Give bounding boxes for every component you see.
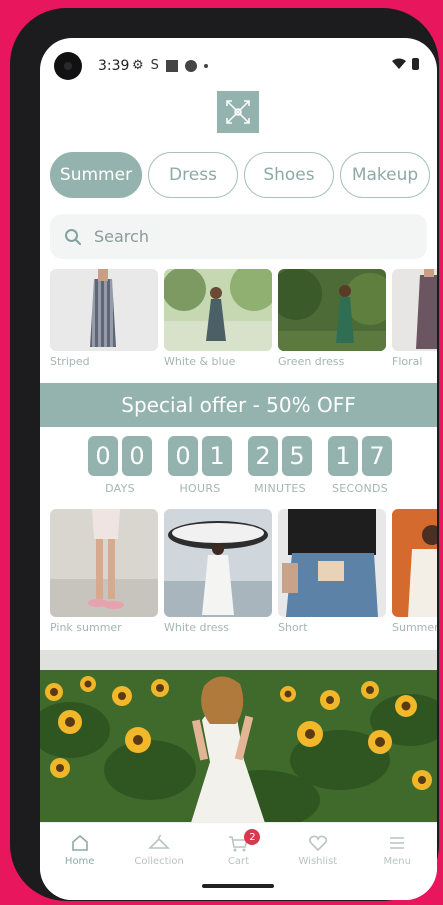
product-card-green-dress[interactable]: Green dress xyxy=(278,269,386,368)
product-image-striped xyxy=(50,269,158,351)
product-card-summer[interactable]: Summer xyxy=(392,509,437,634)
cart-count-badge: 2 xyxy=(244,829,261,845)
product-title: Green dress xyxy=(278,355,345,368)
search-icon xyxy=(65,228,81,245)
countdown-days: 0 0 DAYS xyxy=(88,436,152,495)
front-camera xyxy=(54,52,82,80)
nav-label: Cart xyxy=(227,856,250,867)
countdown-label: HOURS xyxy=(179,482,221,495)
countdown-digit: 1 xyxy=(328,436,358,476)
countdown-timer: 0 0 DAYS 0 1 HOURS 2 5 MINUTES 1 7 SECON… xyxy=(88,436,392,495)
more-notifications-icon xyxy=(203,63,208,68)
logo-arrows-icon xyxy=(226,100,250,124)
product-image-white-blue xyxy=(164,269,272,351)
product-image-pink-summer xyxy=(50,509,158,617)
nav-home[interactable]: Home xyxy=(45,833,115,900)
promo-banner-image[interactable] xyxy=(40,650,437,826)
nav-label: Collection xyxy=(134,856,184,867)
special-offer-banner[interactable]: Special offer - 50% OFF xyxy=(40,383,437,427)
product-image-white-dress xyxy=(164,509,272,617)
product-title: Short xyxy=(278,621,308,634)
countdown-label: MINUTES xyxy=(254,482,306,495)
home-icon xyxy=(71,834,88,851)
product-image-green-dress xyxy=(278,269,386,351)
wifi-icon xyxy=(392,58,406,69)
nav-label: Menu xyxy=(383,856,411,867)
countdown-digit: 0 xyxy=(88,436,118,476)
category-tabs: Summer Dress Shoes Makeup xyxy=(50,152,430,198)
bottom-navigation: Home Collection 2 Cart Wishlist Menu xyxy=(40,822,437,900)
product-title: Striped xyxy=(50,355,90,368)
app-logo[interactable] xyxy=(217,91,259,133)
nav-label: Home xyxy=(64,856,95,867)
product-card-floral[interactable]: Floral xyxy=(392,269,437,368)
product-image-summer xyxy=(392,509,437,617)
nav-collection[interactable]: Collection xyxy=(124,833,194,900)
gesture-home-bar[interactable] xyxy=(202,884,274,888)
tab-makeup[interactable]: Makeup xyxy=(340,152,430,198)
countdown-hours: 0 1 HOURS xyxy=(168,436,232,495)
product-row-1: Striped White & blue Green dress Floral xyxy=(50,269,437,368)
product-title: Pink summer xyxy=(50,621,122,634)
countdown-digit: 7 xyxy=(362,436,392,476)
countdown-seconds: 1 7 SECONDS xyxy=(328,436,392,495)
nav-cart[interactable]: 2 Cart xyxy=(203,829,273,900)
nav-menu[interactable]: Menu xyxy=(362,833,432,900)
notification-square-icon xyxy=(165,59,178,72)
countdown-digit: 0 xyxy=(168,436,198,476)
countdown-digit: 0 xyxy=(122,436,152,476)
countdown-minutes: 2 5 MINUTES xyxy=(248,436,312,495)
status-bar: 3:39 ⚙ S xyxy=(40,38,437,96)
tab-summer[interactable]: Summer xyxy=(50,152,142,198)
countdown-digit: 2 xyxy=(248,436,278,476)
product-card-striped[interactable]: Striped xyxy=(50,269,158,368)
product-card-white-blue[interactable]: White & blue xyxy=(164,269,272,368)
countdown-label: SECONDS xyxy=(331,482,389,495)
product-card-white-dress[interactable]: White dress xyxy=(164,509,272,634)
product-image-short xyxy=(278,509,386,617)
sync-icon: S xyxy=(150,58,159,73)
product-title: White dress xyxy=(164,621,229,634)
product-image-floral xyxy=(392,269,437,351)
countdown-digit: 5 xyxy=(282,436,312,476)
battery-icon xyxy=(412,58,419,70)
nav-label: Wishlist xyxy=(298,856,338,867)
nav-wishlist[interactable]: Wishlist xyxy=(283,833,353,900)
countdown-label: DAYS xyxy=(105,482,135,495)
search-placeholder: Search xyxy=(94,227,149,246)
notification-circle-icon xyxy=(184,59,197,72)
menu-icon xyxy=(390,837,405,849)
hanger-icon xyxy=(148,835,171,849)
product-title: Floral xyxy=(392,355,423,368)
product-card-short[interactable]: Short xyxy=(278,509,386,634)
tab-dress[interactable]: Dress xyxy=(148,152,238,198)
settings-icon: ⚙ xyxy=(132,58,144,73)
product-title: White & blue xyxy=(164,355,236,368)
heart-icon xyxy=(308,835,327,852)
tab-shoes[interactable]: Shoes xyxy=(244,152,334,198)
product-title: Summer xyxy=(392,621,437,634)
search-input[interactable]: Search xyxy=(50,214,427,259)
countdown-digit: 1 xyxy=(202,436,232,476)
app-screen: 3:39 ⚙ S Summer Dress Shoes Makeup Searc… xyxy=(40,38,437,900)
product-row-2: Pink summer White dress Short Summer xyxy=(50,509,437,634)
product-card-pink-summer[interactable]: Pink summer xyxy=(50,509,158,634)
phone-frame: 3:39 ⚙ S Summer Dress Shoes Makeup Searc… xyxy=(10,8,439,901)
status-time: 3:39 xyxy=(98,58,130,74)
